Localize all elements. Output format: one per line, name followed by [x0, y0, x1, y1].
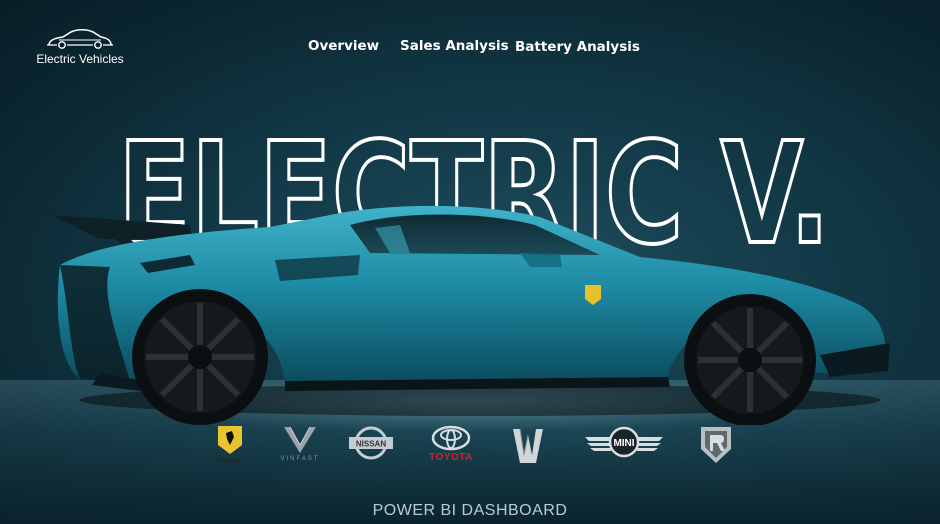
nav-battery-analysis[interactable]: Battery Analysis	[515, 39, 640, 55]
toyota-ellipse-icon	[431, 425, 471, 451]
nav-sales-analysis[interactable]: Sales Analysis	[400, 38, 509, 54]
toyota-label: TOYOTA	[429, 452, 473, 463]
brand-logos: Ferrari VINFAST NISSAN TOYOTA MINI	[0, 425, 940, 475]
rear-wheel	[132, 289, 268, 425]
nissan-logo[interactable]: NISSAN	[348, 425, 394, 475]
toyota-logo[interactable]: TOYOTA	[426, 425, 476, 475]
rimac-logo[interactable]	[696, 425, 736, 475]
vinfast-label: VINFAST	[280, 456, 320, 462]
r-shield-icon	[701, 427, 731, 463]
nissan-label: NISSAN	[356, 440, 386, 449]
logo-text: Electric Vehicles	[36, 52, 124, 66]
ferrari-label: Ferrari	[216, 456, 244, 465]
mini-wings-icon: MINI	[585, 426, 663, 458]
vinfast-logo[interactable]: VINFAST	[276, 425, 324, 475]
mini-logo[interactable]: MINI	[582, 425, 666, 475]
app-logo[interactable]: Electric Vehicles	[30, 28, 130, 66]
front-wheel	[684, 294, 816, 425]
dashboard-cover: Electric Vehicles Overview Sales Analysi…	[0, 0, 940, 524]
w-shield-icon	[513, 428, 543, 463]
footer-caption: POWER BI DASHBOARD	[372, 502, 568, 519]
ferrari-logo[interactable]: Ferrari	[210, 425, 250, 475]
hongqi-logo[interactable]	[508, 425, 548, 475]
ferrari-shield-icon	[218, 426, 242, 454]
nissan-badge-icon: NISSAN	[349, 426, 393, 460]
nav-overview[interactable]: Overview	[308, 38, 379, 54]
car-outline-icon	[47, 28, 113, 49]
vinfast-v-icon	[284, 426, 316, 453]
car-image	[52, 205, 890, 425]
mini-label: MINI	[613, 438, 634, 449]
